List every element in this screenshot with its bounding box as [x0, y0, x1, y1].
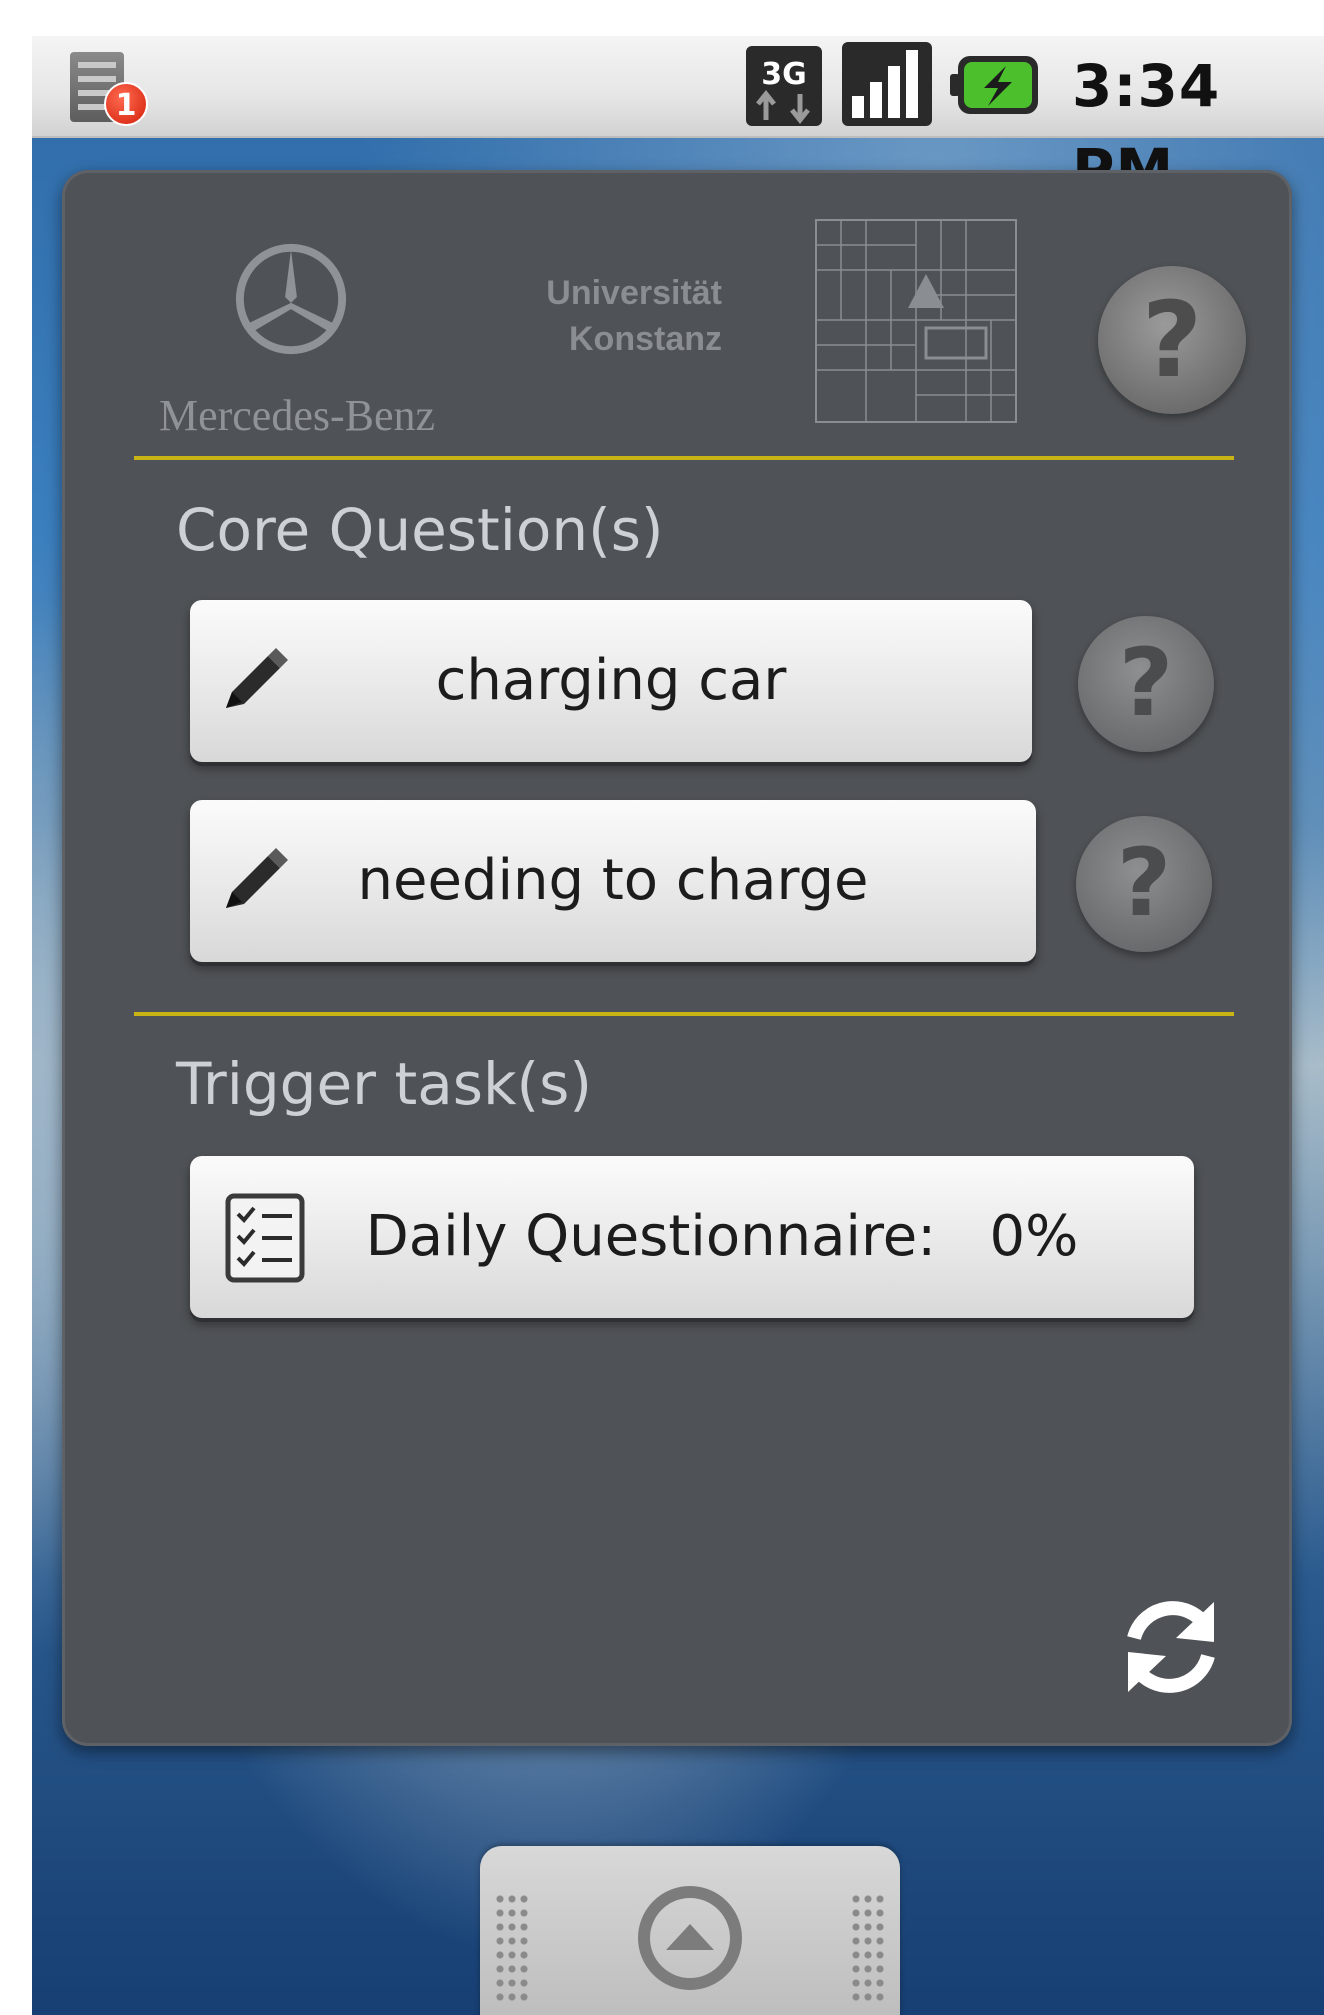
- notification-count-badge: 1: [104, 82, 148, 126]
- drawer-grip-right: [850, 1892, 886, 2002]
- status-bar: 1 3G 3:34 PM: [32, 36, 1324, 204]
- home-screen: 1 3G 3:34 PM: [32, 36, 1324, 2015]
- university-konstanz-logo: Universität Konstanz: [502, 270, 842, 362]
- drawer-grip-left: [494, 1892, 530, 2002]
- section-divider: [134, 1012, 1234, 1016]
- university-name-line2: Konstanz: [569, 320, 722, 358]
- network-type-label: 3G: [761, 57, 807, 92]
- daily-questionnaire-label: Daily Questionnaire: 0%: [365, 1204, 1079, 1269]
- help-icon: ?: [1141, 279, 1203, 401]
- core-question-label: charging car: [435, 648, 787, 713]
- university-grid-emblem-icon: [815, 219, 1017, 423]
- core-question-label: needing to charge: [357, 848, 869, 913]
- help-icon: ?: [1118, 629, 1174, 738]
- mercedes-benz-logo: Mercedes-Benz: [132, 220, 462, 440]
- app-drawer-handle[interactable]: [480, 1846, 900, 2015]
- survey-widget: Mercedes-Benz Universität Konstanz ? Cor…: [62, 170, 1292, 1746]
- mercedes-star-icon: [235, 243, 347, 355]
- notification-icon[interactable]: 1: [66, 46, 156, 132]
- refresh-icon[interactable]: [1110, 1588, 1232, 1706]
- signal-strength-icon: [842, 42, 932, 126]
- core-question-charging-car-button[interactable]: charging car: [190, 600, 1032, 762]
- help-button-main[interactable]: ?: [1098, 266, 1246, 414]
- drawer-open-icon: [638, 1886, 742, 1990]
- trigger-tasks-title: Trigger task(s): [176, 1050, 593, 1118]
- 3g-data-icon: 3G: [746, 46, 822, 126]
- core-questions-title: Core Question(s): [176, 496, 664, 564]
- mercedes-benz-wordmark: Mercedes-Benz: [158, 391, 436, 440]
- battery-charging-icon: [950, 56, 1038, 114]
- daily-questionnaire-button[interactable]: Daily Questionnaire: 0%: [190, 1156, 1194, 1318]
- help-button-needing-to-charge[interactable]: ?: [1076, 816, 1212, 952]
- header-divider: [134, 456, 1234, 460]
- core-question-needing-to-charge-button[interactable]: needing to charge: [190, 800, 1036, 962]
- help-icon: ?: [1116, 829, 1172, 938]
- university-name-line1: Universität: [546, 274, 722, 312]
- help-button-charging-car[interactable]: ?: [1078, 616, 1214, 752]
